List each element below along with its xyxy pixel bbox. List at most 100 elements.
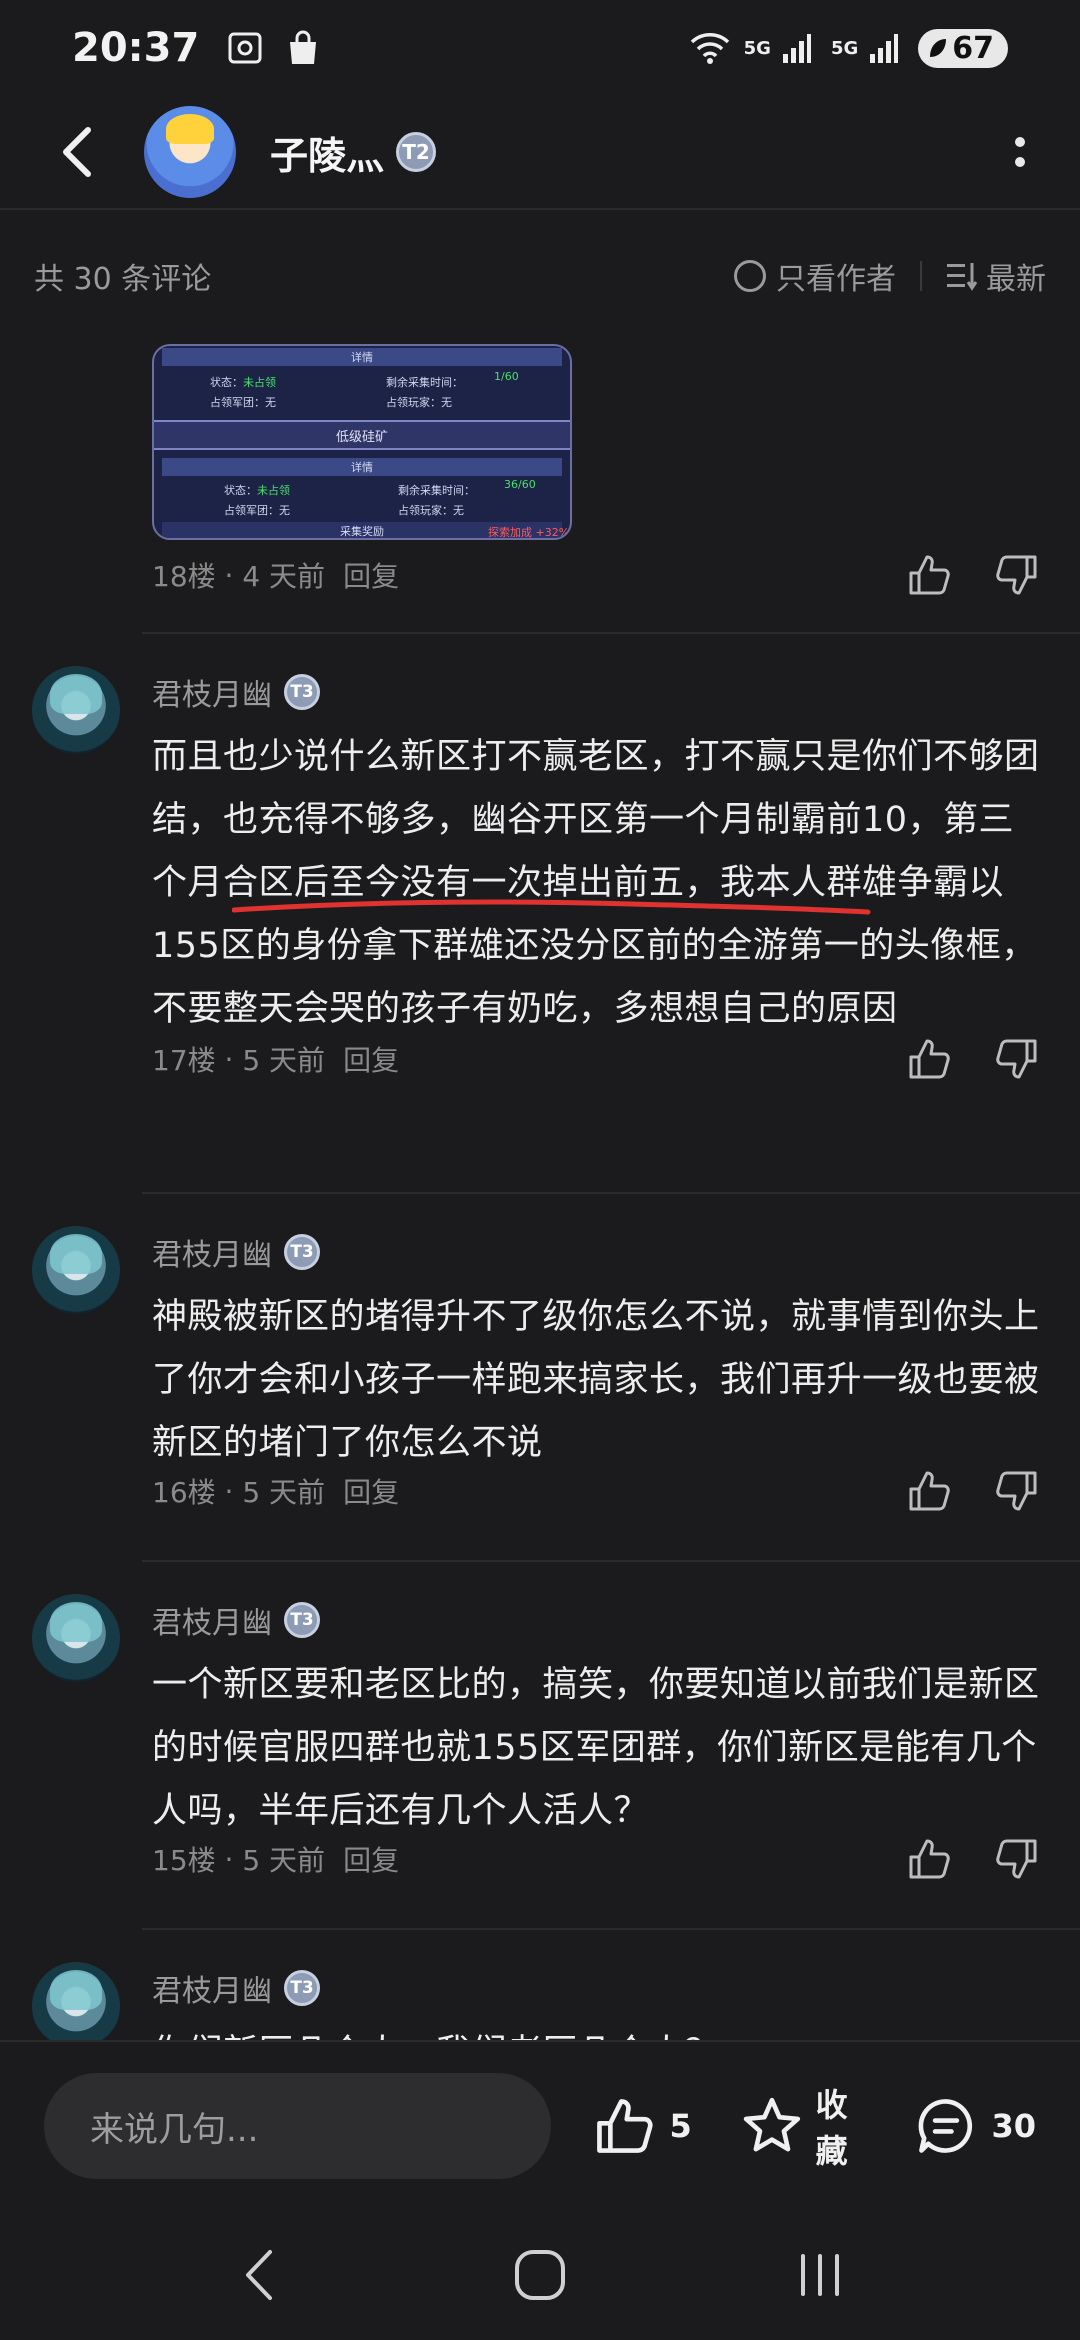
floor-number: 15楼 bbox=[152, 1844, 216, 1877]
comment-meta-15: 15楼 · 5 天前 回复 bbox=[152, 1836, 1040, 1882]
post-header: 子陵灬 T2 bbox=[0, 96, 1080, 210]
comment-item: 君枝月幽 T3 你们新区几个人，我们老区几个人？ bbox=[0, 1962, 1080, 2040]
commenter-name[interactable]: 君枝月幽 bbox=[152, 1598, 272, 1642]
network-type-label: 5G bbox=[743, 37, 771, 59]
nav-recents-button[interactable] bbox=[775, 2230, 865, 2320]
network-type-label-2: 5G bbox=[830, 37, 859, 59]
comment-separator bbox=[142, 1192, 1080, 1194]
filter-divider bbox=[920, 261, 922, 291]
comment-bubble-icon bbox=[919, 2099, 973, 2153]
comment-separator bbox=[142, 632, 1080, 634]
screenshot-icon bbox=[225, 30, 265, 66]
thumbs-up-icon bbox=[909, 1471, 950, 1511]
thumbs-up-icon bbox=[909, 555, 950, 595]
like-count: 5 bbox=[669, 2107, 692, 2145]
comment-meta-17: 17楼 · 5 天前 回复 bbox=[152, 1036, 1040, 1082]
comment-text: 一个新区要和老区比的，搞笑，你要知道以前我们是新区的时候官服四群也就155区军团… bbox=[152, 1665, 1040, 1831]
favorite-label: 收藏 bbox=[815, 2086, 848, 2170]
commenter-avatar[interactable] bbox=[32, 1226, 120, 1314]
star-icon bbox=[743, 2097, 800, 2152]
commenter-level-badge: T3 bbox=[284, 1970, 320, 2006]
comment-item: 君枝月幽 T3 神殿被新区的堵得升不了级你怎么不说，就事情到你头上了你才会和小孩… bbox=[0, 1226, 1080, 1546]
thumbs-up-button[interactable] bbox=[906, 1468, 952, 1514]
sort-icon bbox=[947, 263, 978, 291]
chevron-left-icon bbox=[246, 2250, 272, 2300]
comment-count: 共 30 条评论 bbox=[34, 262, 212, 297]
like-button[interactable]: 5 bbox=[593, 2096, 692, 2156]
shopping-bag-icon bbox=[283, 30, 323, 66]
comment-item: 君枝月幽 T3 一个新区要和老区比的，搞笑，你要知道以前我们是新区的时候官服四群… bbox=[0, 1594, 1080, 1914]
comment-separator bbox=[142, 1928, 1080, 1930]
thumbs-down-button[interactable] bbox=[994, 1836, 1040, 1882]
thumbs-up-button[interactable] bbox=[906, 1036, 952, 1082]
comment-separator bbox=[142, 1560, 1080, 1562]
comment-text: 而且也少说什么新区打不赢老区，打不赢只是你们不够团结，也充得不够多，幽谷开区第一… bbox=[152, 737, 1040, 1029]
comment-action-bar: 来说几句... 5 收藏 30 bbox=[0, 2040, 1080, 2210]
signal-icon bbox=[777, 30, 817, 66]
radio-circle-icon bbox=[734, 260, 766, 292]
leaf-icon bbox=[930, 39, 947, 57]
author-avatar[interactable] bbox=[144, 106, 236, 198]
wifi-icon bbox=[690, 30, 730, 66]
thumbs-down-icon bbox=[996, 1039, 1037, 1079]
comment-input[interactable]: 来说几句... bbox=[44, 2073, 552, 2179]
sort-label: 最新 bbox=[986, 262, 1046, 297]
back-button[interactable] bbox=[38, 112, 118, 192]
thumbs-up-icon bbox=[909, 1839, 950, 1879]
battery-indicator: 67 bbox=[918, 28, 1008, 68]
thumb-section-title: 低级硅矿 bbox=[154, 420, 570, 450]
commenter-name[interactable]: 君枝月幽 bbox=[152, 1230, 272, 1274]
author-name[interactable]: 子陵灬 bbox=[270, 125, 384, 180]
commenter-name[interactable]: 君枝月幽 bbox=[152, 1966, 272, 2010]
thumbs-down-button[interactable] bbox=[994, 1036, 1040, 1082]
comment-list: 详情 状态：未占领 剩余采集时间： 1/60 占领军团：无 占领玩家：无 低级硅… bbox=[0, 340, 1080, 2040]
status-time: 20:37 bbox=[72, 25, 200, 71]
signal-icon-2 bbox=[864, 30, 904, 66]
reply-button[interactable]: 回复 bbox=[343, 1471, 399, 1511]
commenter-name[interactable]: 君枝月幽 bbox=[152, 670, 272, 714]
battery-level: 67 bbox=[952, 30, 994, 66]
back-arrow-icon bbox=[63, 127, 91, 177]
thumbs-down-button[interactable] bbox=[994, 552, 1040, 598]
nav-home-button[interactable] bbox=[495, 2230, 585, 2320]
comment-meta-16: 16楼 · 5 天前 回复 bbox=[152, 1468, 1040, 1514]
thumbs-up-icon bbox=[597, 2099, 654, 2153]
reply-button[interactable]: 回复 bbox=[343, 555, 399, 595]
status-bar: 20:37 5G 5G 67 bbox=[0, 0, 1080, 96]
comment-time: 5 天前 bbox=[242, 1044, 326, 1077]
recent-apps-icon bbox=[801, 2254, 839, 2296]
comment-item: 君枝月幽 T3 而且也少说什么新区打不赢老区，打不赢只是你们不够团结，也充得不够… bbox=[0, 666, 1080, 1106]
reply-button[interactable]: 回复 bbox=[343, 1839, 399, 1879]
comment-total: 30 bbox=[991, 2107, 1036, 2145]
floor-number: 16楼 bbox=[152, 1476, 216, 1509]
nav-back-button[interactable] bbox=[215, 2230, 305, 2320]
commenter-avatar[interactable] bbox=[32, 1962, 120, 2040]
comment-image[interactable]: 详情 状态：未占领 剩余采集时间： 1/60 占领军团：无 占领玩家：无 低级硅… bbox=[152, 344, 572, 540]
thumb-detail-bar: 详情 bbox=[162, 348, 562, 366]
sort-button[interactable]: 最新 bbox=[946, 254, 1046, 298]
thumbs-up-button[interactable] bbox=[906, 552, 952, 598]
commenter-avatar[interactable] bbox=[32, 666, 120, 754]
favorite-button[interactable]: 收藏 bbox=[742, 2080, 878, 2172]
comments-button[interactable]: 30 bbox=[915, 2096, 1036, 2156]
comment-time: 5 天前 bbox=[242, 1844, 326, 1877]
commenter-level-badge: T3 bbox=[284, 1602, 320, 1638]
comment-time: 4 天前 bbox=[242, 560, 326, 593]
only-author-toggle[interactable]: 只看作者 bbox=[734, 254, 896, 298]
commenter-avatar[interactable] bbox=[32, 1594, 120, 1682]
floor-number: 18楼 bbox=[152, 560, 216, 593]
thumbs-up-button[interactable] bbox=[906, 1836, 952, 1882]
home-icon bbox=[515, 2250, 565, 2300]
floor-number: 17楼 bbox=[152, 1044, 216, 1077]
comment-text: 你们新区几个人，我们老区几个人？ bbox=[152, 2022, 1040, 2040]
thumbs-down-button[interactable] bbox=[994, 1468, 1040, 1514]
comment-filter-row: 共 30 条评论 只看作者 最新 bbox=[0, 240, 1080, 312]
only-author-label: 只看作者 bbox=[776, 262, 896, 297]
comment-meta-18: 18楼 · 4 天前 回复 bbox=[152, 552, 1040, 598]
commenter-level-badge: T3 bbox=[284, 674, 320, 710]
reply-button[interactable]: 回复 bbox=[343, 1039, 399, 1079]
comment-time: 5 天前 bbox=[242, 1476, 326, 1509]
more-options-button[interactable] bbox=[1000, 112, 1040, 192]
commenter-level-badge: T3 bbox=[284, 1234, 320, 1270]
author-level-badge: T2 bbox=[396, 132, 437, 172]
